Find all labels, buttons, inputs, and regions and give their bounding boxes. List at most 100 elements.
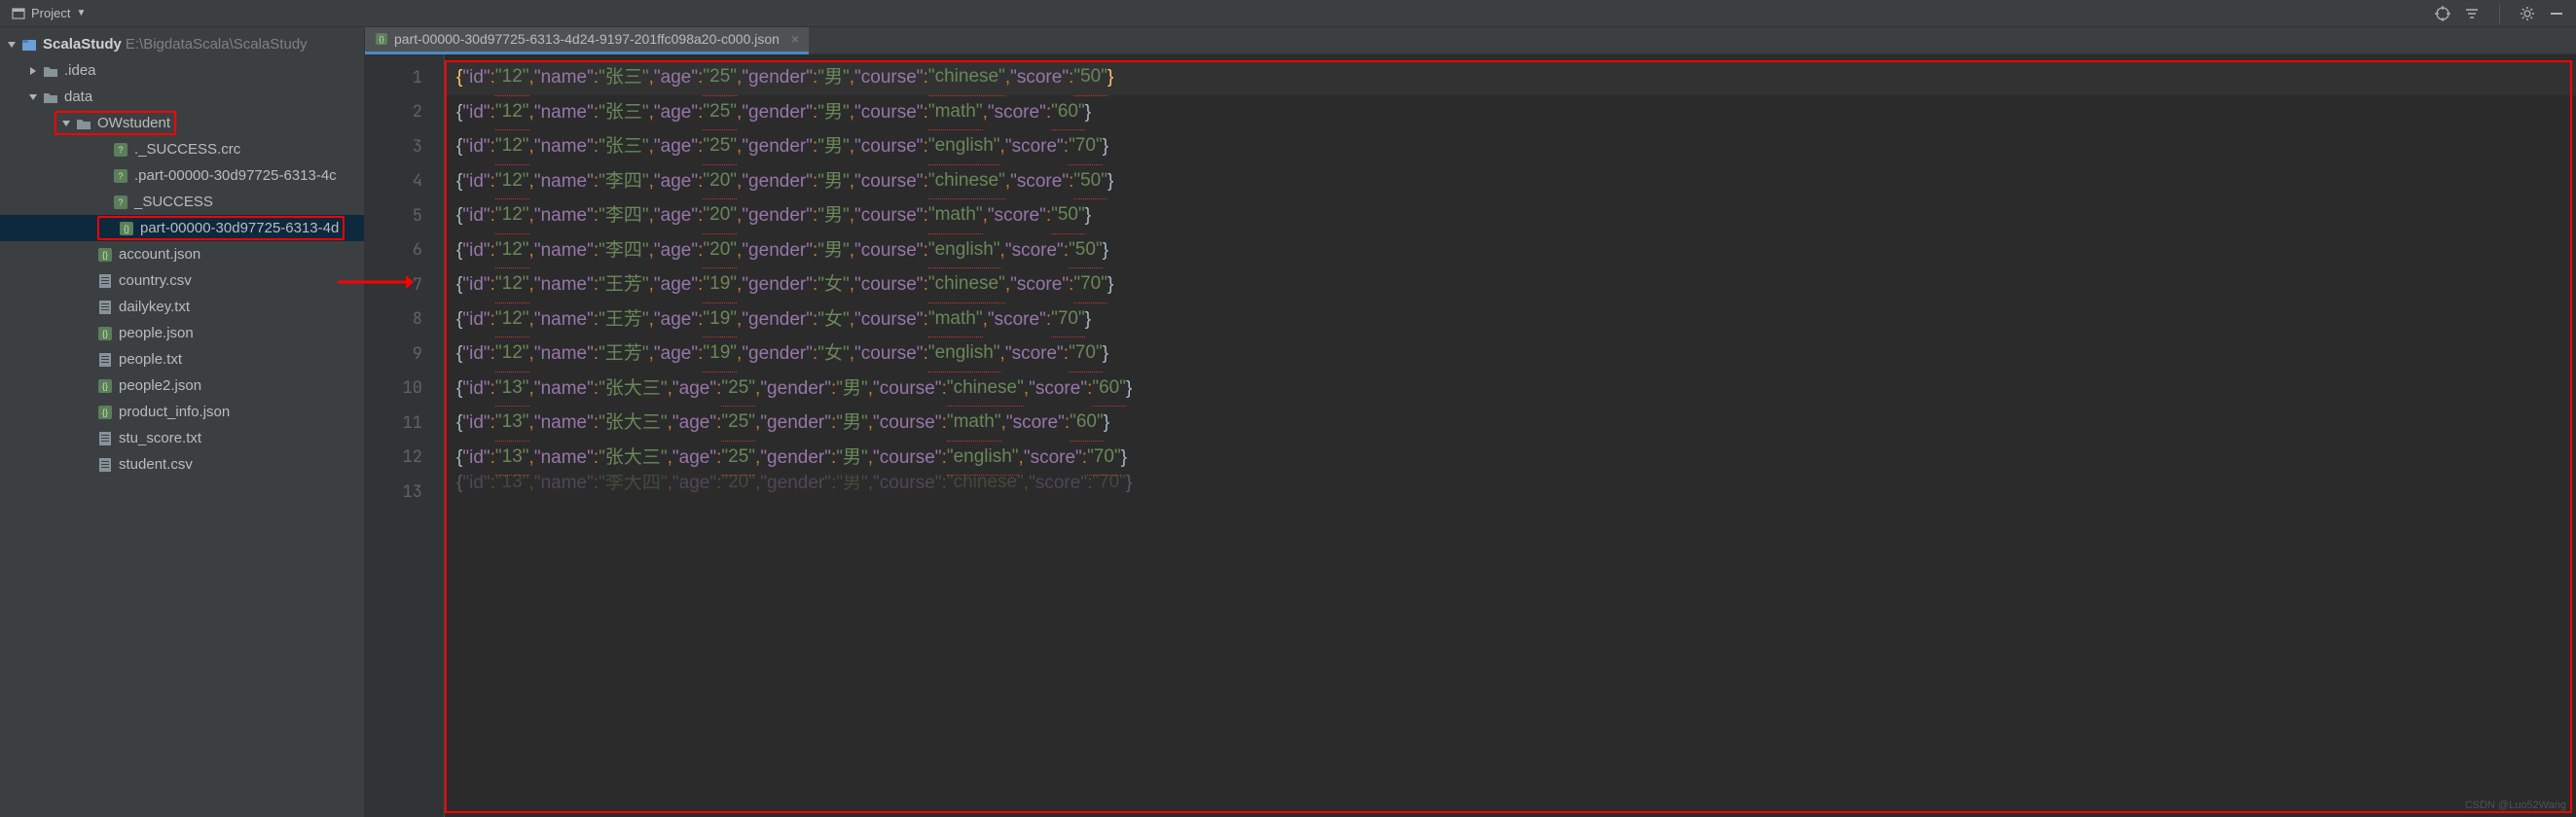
arrow-spacer <box>82 433 93 444</box>
tree-node-label: student.csv <box>119 456 193 473</box>
gutter-line: 10 <box>365 372 444 407</box>
tree-node[interactable]: dailykey.txt <box>0 294 364 320</box>
tree-node[interactable]: country.csv <box>0 267 364 294</box>
code-line[interactable]: {"id":"12","name":"张三","age":"25","gende… <box>445 95 2576 130</box>
tree-node-label: ._SUCCESS.crc <box>134 141 240 158</box>
code-line[interactable]: {"id":"12","name":"张三","age":"25","gende… <box>445 60 2576 95</box>
tree-node[interactable]: data <box>0 84 364 110</box>
code-line[interactable]: {"id":"13","name":"张大三","age":"25","gend… <box>445 372 2576 407</box>
file-icon <box>97 352 113 368</box>
tree-node[interactable]: ? ._SUCCESS.crc <box>0 136 364 162</box>
tree-node-label: _SUCCESS <box>134 194 213 210</box>
tree-node[interactable]: stu_score.txt <box>0 425 364 451</box>
gutter-line: 5 <box>365 198 444 233</box>
tree-node-label: product_info.json <box>119 404 230 420</box>
code-content[interactable]: {"id":"12","name":"张三","age":"25","gende… <box>445 54 2576 817</box>
json-icon: {} <box>119 221 134 236</box>
project-dropdown[interactable]: Project ▼ <box>4 4 93 22</box>
json-icon: {} <box>97 247 113 263</box>
tree-node[interactable]: people.txt <box>0 346 364 373</box>
collapse-icon[interactable] <box>2464 6 2480 21</box>
svg-text:{}: {} <box>124 224 129 233</box>
code-line[interactable]: {"id":"13","name":"李大四","age":"20","gend… <box>445 475 2576 492</box>
tree-node[interactable]: {} part-00000-30d97725-6313-4d <box>0 215 364 241</box>
tree-node[interactable]: .idea <box>0 57 364 84</box>
code-line[interactable]: {"id":"13","name":"张大三","age":"25","gend… <box>445 441 2576 476</box>
toolbar-right-icons <box>2435 4 2572 23</box>
close-icon[interactable]: × <box>791 31 799 47</box>
tree-node-label: dailykey.txt <box>119 299 190 315</box>
file-icon <box>97 300 113 315</box>
chevron-right-icon[interactable] <box>27 65 39 77</box>
gutter-line: 9 <box>365 337 444 372</box>
gear-icon[interactable] <box>2520 6 2535 21</box>
code-editor[interactable]: 12345678910111213 {"id":"12","name":"张三"… <box>365 54 2576 817</box>
svg-text:?: ? <box>118 171 123 181</box>
gutter-line: 6 <box>365 233 444 268</box>
tree-node[interactable]: student.csv <box>0 451 364 478</box>
tree-node[interactable]: {}account.json <box>0 241 364 267</box>
file-icon <box>97 457 113 473</box>
gutter-line: 12 <box>365 441 444 476</box>
code-line[interactable]: {"id":"12","name":"王芳","age":"19","gende… <box>445 267 2576 302</box>
code-line[interactable]: {"id":"13","name":"张大三","age":"25","gend… <box>445 406 2576 441</box>
editor-tab[interactable]: {} part-00000-30d97725-6313-4d24-9197-20… <box>365 27 809 54</box>
chevron-down-icon[interactable] <box>27 91 39 103</box>
code-line[interactable]: {"id":"12","name":"李四","age":"20","gende… <box>445 164 2576 199</box>
tree-root[interactable]: ScalaStudy E:\BigdataScala\ScalaStudy <box>0 31 364 57</box>
project-icon <box>12 7 25 20</box>
svg-text:{}: {} <box>102 250 108 260</box>
module-icon <box>21 37 37 53</box>
tree-node-label: country.csv <box>119 272 192 289</box>
gutter-line: 8 <box>365 302 444 337</box>
json-icon: {} <box>97 326 113 341</box>
code-line[interactable]: {"id":"12","name":"王芳","age":"19","gende… <box>445 302 2576 337</box>
project-sidebar: ScalaStudy E:\BigdataScala\ScalaStudy .i… <box>0 27 365 817</box>
chevron-down-icon[interactable] <box>60 118 72 129</box>
file-icon <box>97 273 113 289</box>
tree-node[interactable]: ?.part-00000-30d97725-6313-4c <box>0 162 364 189</box>
svg-text:{}: {} <box>102 329 108 338</box>
arrow-spacer <box>82 275 93 287</box>
code-line[interactable]: {"id":"12","name":"李四","age":"20","gende… <box>445 198 2576 233</box>
tree-node-label: people2.json <box>119 377 201 394</box>
svg-text:?: ? <box>118 145 123 155</box>
jsonq-icon: ? <box>113 195 128 210</box>
svg-text:?: ? <box>118 197 123 207</box>
jsonq-icon: ? <box>113 168 128 184</box>
gutter-line: 13 <box>365 475 444 510</box>
folder-icon <box>43 63 58 79</box>
arrow-spacer <box>82 407 93 418</box>
tree-node-label: data <box>64 89 92 105</box>
tree-node[interactable]: ? _SUCCESS <box>0 189 364 215</box>
arrow-spacer <box>82 328 93 339</box>
tree-node-label: people.json <box>119 325 194 341</box>
json-icon: {} <box>97 378 113 394</box>
hide-icon[interactable] <box>2549 6 2564 21</box>
tab-title: part-00000-30d97725-6313-4d24-9197-201ff… <box>394 31 780 47</box>
tree-node[interactable]: {} people2.json <box>0 373 364 399</box>
chevron-down-icon[interactable] <box>6 39 18 51</box>
arrow-spacer <box>97 144 109 156</box>
tree-node-label: part-00000-30d97725-6313-4d <box>140 220 339 236</box>
gutter-line: 2 <box>365 95 444 130</box>
tree-node[interactable]: {} people.json <box>0 320 364 346</box>
code-line[interactable]: {"id":"12","name":"张三","age":"25","gende… <box>445 129 2576 164</box>
folder-icon <box>43 89 58 105</box>
file-icon <box>97 431 113 446</box>
svg-text:{}: {} <box>102 381 108 391</box>
root-name: ScalaStudy <box>43 36 122 53</box>
json-icon: {} <box>375 32 388 46</box>
svg-text:{}: {} <box>102 408 108 417</box>
tree-node[interactable]: OWstudent <box>0 110 364 136</box>
project-tree[interactable]: ScalaStudy E:\BigdataScala\ScalaStudy .i… <box>0 27 364 817</box>
target-icon[interactable] <box>2435 6 2450 21</box>
arrow-spacer <box>82 249 93 261</box>
code-line[interactable]: {"id":"12","name":"王芳","age":"19","gende… <box>445 337 2576 372</box>
watermark: CSDN @Luo52Wang <box>2465 799 2566 811</box>
code-line[interactable]: {"id":"12","name":"李四","age":"20","gende… <box>445 233 2576 268</box>
folder-icon <box>76 116 91 131</box>
svg-text:{}: {} <box>379 35 384 44</box>
arrow-spacer <box>82 380 93 392</box>
tree-node[interactable]: {} product_info.json <box>0 399 364 425</box>
